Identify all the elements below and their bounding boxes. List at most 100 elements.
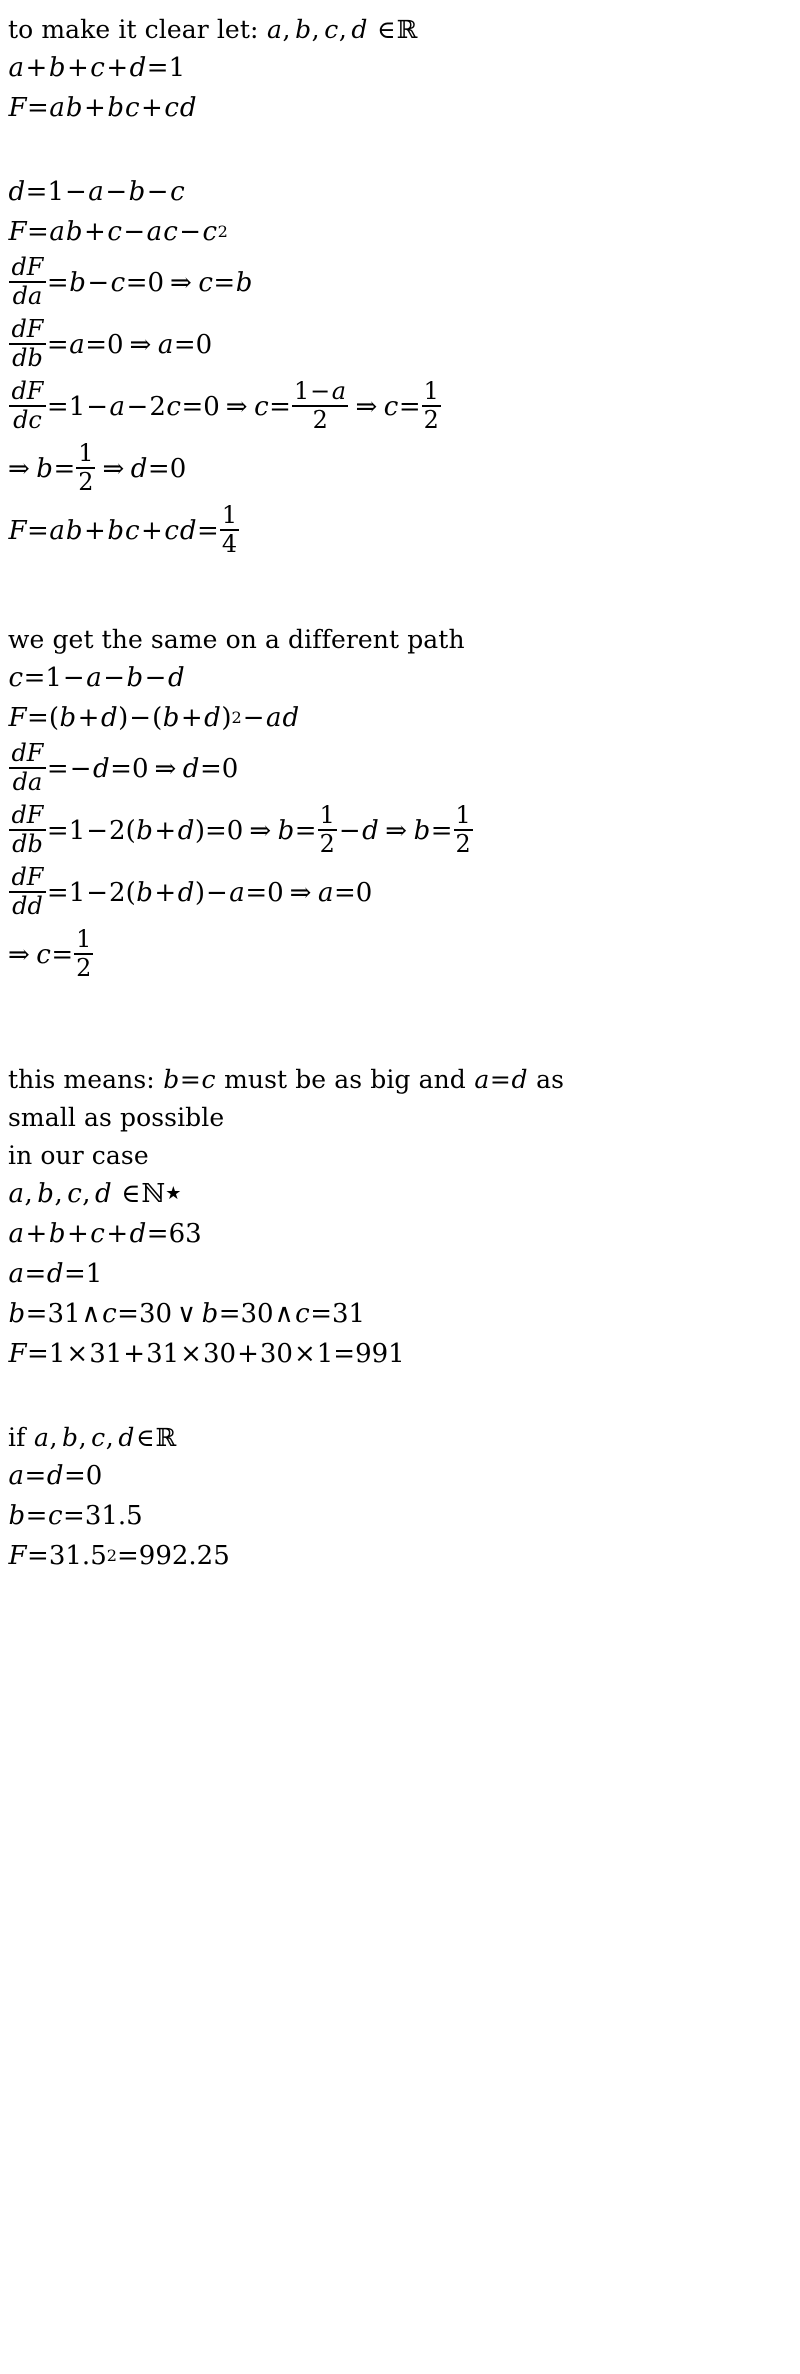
var-F: F bbox=[8, 516, 27, 546]
var-c: c bbox=[163, 217, 178, 247]
line-different-path-note: we get the same on a different path bbox=[4, 620, 800, 658]
equals-op: = bbox=[24, 1461, 47, 1491]
var-d: d bbox=[129, 1219, 147, 1249]
var-a: a bbox=[33, 1422, 49, 1452]
fraction-dF-db: dF db bbox=[9, 314, 46, 371]
fraction-dF-da: dF da bbox=[9, 740, 46, 795]
minus-op: − bbox=[129, 703, 152, 733]
fraction-one-half: 1 2 bbox=[453, 802, 473, 857]
line-dFdc: dF dc = 1− a −2 c = 0 ⇒ c = 1−a 2 ⇒ c = 1 2 bbox=[4, 376, 800, 438]
plus-op: + bbox=[180, 703, 203, 733]
line-F-equals-quarter: F = a b + b c + c d = 1 4 bbox=[4, 500, 800, 562]
var-d: d bbox=[167, 663, 185, 693]
var-b: b bbox=[136, 816, 153, 846]
fraction-dF-da: dF da bbox=[9, 254, 46, 311]
var-b: b bbox=[65, 516, 83, 546]
number-31-5: 31.5 bbox=[84, 1501, 143, 1531]
number-two: 2 bbox=[76, 954, 92, 983]
var-c: c bbox=[383, 392, 399, 422]
times-op: × bbox=[66, 1339, 89, 1369]
equals-op: = bbox=[110, 754, 132, 784]
line-sum-63: a + b + c + d = 63 bbox=[4, 1214, 800, 1254]
var-c: c bbox=[110, 268, 126, 298]
var-a: a bbox=[49, 93, 65, 123]
var-c: c bbox=[8, 663, 24, 693]
logical-or-icon: ∨ bbox=[177, 1299, 197, 1329]
equals-op: = bbox=[25, 1501, 48, 1531]
number-zero: 0 bbox=[267, 878, 284, 908]
block-gap bbox=[4, 562, 800, 606]
line-small-as-possible: small as possible bbox=[4, 1098, 800, 1136]
prose-as: as bbox=[536, 1064, 565, 1094]
minus-op: − bbox=[338, 816, 361, 846]
equals-op: = bbox=[333, 1339, 356, 1369]
var-d: d bbox=[46, 1259, 64, 1289]
plus-op: + bbox=[25, 1219, 48, 1249]
numerator-dF: dF bbox=[11, 314, 44, 343]
element-of-icon: ∈ bbox=[376, 14, 396, 44]
prose-small-as-possible: small as possible bbox=[8, 1102, 225, 1132]
line-F-equals-992-25: F = 31.5 2 = 992.25 bbox=[8, 1541, 230, 1571]
plus-op: + bbox=[141, 516, 163, 546]
var-c: c bbox=[67, 1179, 82, 1209]
equals-op: = bbox=[199, 754, 222, 784]
number-one: 1 bbox=[78, 438, 94, 467]
var-b: b bbox=[277, 816, 295, 846]
line-F-in-b-d: F =(b + d) −(b + d) 2− a d bbox=[8, 703, 300, 733]
number-zero: 0 bbox=[107, 330, 124, 360]
var-b: b bbox=[235, 268, 253, 298]
number-one: 1 bbox=[316, 1339, 334, 1369]
number-zero: 0 bbox=[85, 1461, 103, 1491]
minus-op: − bbox=[206, 878, 228, 908]
equals-op: = bbox=[25, 1299, 48, 1329]
equals-op: = bbox=[213, 268, 236, 298]
fraction-one-half: 1 2 bbox=[317, 802, 337, 857]
var-b: b bbox=[62, 1422, 79, 1452]
right-paren: ) bbox=[221, 703, 232, 733]
comma: , bbox=[54, 1179, 63, 1209]
implies-icon: ⇒ bbox=[385, 816, 408, 846]
equals-op: = bbox=[23, 663, 46, 693]
var-b: b bbox=[136, 878, 153, 908]
var-a: a bbox=[331, 376, 346, 405]
equals-op: = bbox=[489, 1064, 511, 1094]
minus-op: − bbox=[123, 217, 146, 247]
equals-op: = bbox=[51, 940, 74, 970]
var-b: b bbox=[128, 177, 146, 207]
var-b: b bbox=[65, 93, 83, 123]
var-c: c bbox=[201, 1064, 216, 1094]
minus-op: − bbox=[86, 816, 109, 846]
block-gap bbox=[4, 606, 800, 620]
var-d: d bbox=[204, 703, 221, 733]
logical-and-icon: ∧ bbox=[274, 1299, 294, 1329]
var-c: c bbox=[90, 53, 105, 83]
math-document: to make it clear let: a, b, c, d ∈ ℝ a + b + c + d = 1… bbox=[0, 0, 800, 1576]
denominator-da: da bbox=[12, 282, 43, 311]
equals-op: = bbox=[46, 392, 69, 422]
var-d: d bbox=[351, 14, 368, 44]
line-a-d-equals-zero: a = d = 0 bbox=[4, 1456, 800, 1496]
var-a: a bbox=[157, 330, 174, 360]
equals-op: = bbox=[173, 330, 196, 360]
element-of-icon: ∈ bbox=[135, 1422, 155, 1452]
var-c: c bbox=[166, 392, 181, 422]
equals-op: = bbox=[63, 1501, 85, 1531]
left-paren: ( bbox=[125, 878, 136, 908]
line-c-equals-half: ⇒ c = 1 2 bbox=[4, 924, 800, 986]
left-paren: ( bbox=[48, 703, 59, 733]
var-d: d bbox=[182, 754, 200, 784]
number-zero: 0 bbox=[147, 268, 165, 298]
plus-op: + bbox=[106, 53, 129, 83]
var-d: d bbox=[130, 454, 148, 484]
line-substitute-c: c = 1− a − b − d bbox=[4, 658, 800, 698]
minus-op: − bbox=[144, 663, 167, 693]
minus-op: − bbox=[179, 217, 202, 247]
var-c: c bbox=[164, 516, 179, 546]
var-c: c bbox=[90, 1219, 105, 1249]
var-d: d bbox=[8, 177, 26, 207]
equals-op: = bbox=[398, 392, 421, 422]
number-one: 1 bbox=[48, 1339, 66, 1369]
plus-op: + bbox=[154, 816, 177, 846]
number-two: 2 bbox=[312, 406, 328, 435]
number-one: 1 bbox=[45, 663, 62, 693]
